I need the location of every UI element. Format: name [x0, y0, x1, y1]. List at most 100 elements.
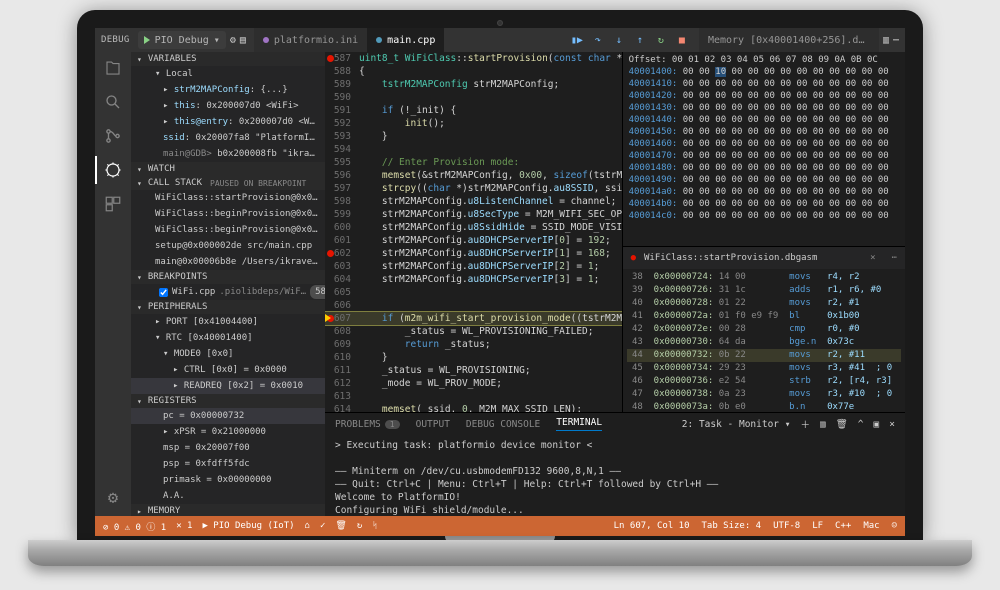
terminal-body[interactable]: > Executing task: platformio device moni… [325, 435, 905, 516]
tab-output[interactable]: OUTPUT [416, 419, 450, 430]
register-row[interactable]: primask = 0x00000000 [131, 472, 325, 488]
indent-status[interactable]: Tab Size: 4 [702, 521, 762, 531]
close-icon[interactable]: × [870, 253, 875, 263]
tab-problems[interactable]: PROBLEMS1 [335, 419, 400, 430]
peripheral-reg[interactable]: ▾ MODE0 [0x0] [131, 346, 325, 362]
section-breakpoints[interactable]: ▾BREAKPOINTS [131, 270, 325, 284]
activity-bar: ⚙ [95, 52, 131, 516]
tab-label: platformio.ini [274, 35, 358, 46]
section-label: CALL STACK [148, 178, 202, 188]
settings-gear-icon[interactable]: ⚙ [103, 488, 123, 508]
file-icon [263, 37, 269, 43]
search-icon[interactable] [103, 92, 123, 112]
peripheral-row[interactable]: ▸ PORT [0x41004400] [131, 314, 325, 330]
var-row[interactable]: ▸ this@entry: 0x200007d0 <WiFi> [131, 114, 325, 130]
stack-frame[interactable]: WiFiClass::beginProvision@0x000006… [131, 206, 325, 222]
tab-terminal[interactable]: TERMINAL [556, 417, 602, 431]
var-row[interactable]: ▸ strM2MAPConfig: {...} [131, 82, 325, 98]
close-panel-icon[interactable]: × [889, 419, 895, 430]
register-row[interactable]: psp = 0xfdff5fdc [131, 456, 325, 472]
status-debug-target[interactable]: ▶ PIO Debug (IoT) [202, 521, 294, 531]
explorer-icon[interactable] [103, 58, 123, 78]
stack-frame[interactable]: WiFiClass::beginProvision@0x000006… [131, 222, 325, 238]
pio-build-icon[interactable]: ✓ [320, 521, 325, 531]
register-row[interactable]: A.A. [131, 488, 325, 504]
breakpoint-row[interactable]: WiFi.cpp .piolibdeps/WiF… 588 [131, 284, 325, 300]
tab-main-cpp[interactable]: main.cpp [367, 28, 444, 52]
feedback-icon[interactable]: ☺ [892, 521, 897, 531]
cursor-position[interactable]: Ln 607, Col 10 [614, 521, 690, 531]
memory-view[interactable]: Offset: 00 01 02 03 04 05 06 07 08 09 0A… [623, 52, 905, 246]
bp-line-badge: 588 [310, 285, 325, 299]
section-peripherals[interactable]: ▾PERIPHERALS [131, 300, 325, 314]
section-label: PERIPHERALS [148, 302, 208, 312]
disassembly-view[interactable]: 38 0x00000724: 14 00 movs r4, r2 39 0x00… [623, 269, 905, 412]
register-row[interactable]: pc = 0x00000732 [131, 408, 325, 424]
split-terminal-icon[interactable]: ▥ [820, 419, 826, 430]
debug-step-out-button[interactable]: ↑ [633, 33, 647, 47]
gear-icon[interactable]: ⚙ [230, 35, 236, 46]
code-editor[interactable]: 587uint8_t WiFiClass::startProvision(con… [325, 52, 623, 412]
os-status[interactable]: Mac [863, 521, 879, 531]
editor-top-bar: DEBUG PIO Debug ▾ ⚙ ▤ platformio.ini mai… [95, 28, 905, 52]
pio-upload-icon[interactable]: ↻ [357, 521, 362, 531]
section-variables[interactable]: ▾VARIABLES [131, 52, 325, 66]
register-row[interactable]: ▸ xPSR = 0x21000000 [131, 424, 325, 440]
laptop-camera [497, 20, 503, 26]
file-icon [376, 37, 382, 43]
terminal-selector[interactable]: 2: Task - Monitor ▾ [682, 419, 791, 430]
new-terminal-icon[interactable]: ＋ [800, 417, 810, 431]
debug-restart-button[interactable]: ↻ [654, 33, 668, 47]
debug-config-selector[interactable]: PIO Debug ▾ [138, 31, 226, 49]
peripheral-reg[interactable]: ▸ READREQ [0x2] = 0x0010 [131, 378, 325, 394]
bp-path: .piolibdeps/WiF… [219, 285, 306, 299]
breakpoint-checkbox[interactable] [159, 288, 168, 297]
stack-frame[interactable]: main@0x00006b8e /Users/ikravets… [131, 254, 325, 270]
panel-layout-icon[interactable]: ▣ [874, 419, 880, 430]
register-row[interactable]: msp = 0x20007f00 [131, 440, 325, 456]
section-memory[interactable]: ▸MEMORY [131, 504, 325, 516]
stack-frame[interactable]: WiFiClass::startProvision@0x000007… [131, 190, 325, 206]
debug-icon[interactable] [103, 160, 123, 180]
repl-icon[interactable]: ▤ [240, 35, 246, 46]
extensions-icon[interactable] [103, 194, 123, 214]
var-row[interactable]: ▸ this: 0x200007d0 <WiFi> [131, 98, 325, 114]
scope-local[interactable]: ▾ Local [131, 66, 325, 82]
eol-status[interactable]: LF [812, 521, 823, 531]
section-label: BREAKPOINTS [148, 272, 208, 282]
status-item[interactable]: ✕ 1 [176, 521, 192, 531]
problems-badge: 1 [385, 420, 400, 429]
language-status[interactable]: C++ [835, 521, 851, 531]
var-row[interactable]: ssid: 0x20007fa8 "PlatformIO-31… [131, 130, 325, 146]
debug-step-over-button[interactable]: ↷ [591, 33, 605, 47]
section-label: VARIABLES [148, 54, 197, 64]
debug-stop-button[interactable]: ■ [675, 33, 689, 47]
scm-icon[interactable] [103, 126, 123, 146]
section-registers[interactable]: ▾REGISTERS [131, 394, 325, 408]
trash-icon[interactable]: 🗑 [836, 419, 848, 430]
debug-step-into-button[interactable]: ↓ [612, 33, 626, 47]
disassembly-tab[interactable]: ● WiFiClass::startProvision.dbgasm × ⋯ [623, 247, 905, 269]
tab-memory-view[interactable]: Memory [0x40001400+256].dbgmem [699, 28, 879, 52]
stack-frame[interactable]: setup@0x000002de src/main.cpp [131, 238, 325, 254]
debug-continue-button[interactable]: ▮▶ [570, 33, 584, 47]
maximize-panel-icon[interactable]: ^ [858, 419, 864, 430]
tab-platformio-ini[interactable]: platformio.ini [254, 28, 367, 52]
vscode-window: DEBUG PIO Debug ▾ ⚙ ▤ platformio.ini mai… [95, 28, 905, 536]
tab-debug-console[interactable]: DEBUG CONSOLE [466, 419, 540, 430]
code-lines[interactable]: 587uint8_t WiFiClass::startProvision(con… [325, 52, 622, 412]
peripheral-reg[interactable]: ▸ CTRL [0x0] = 0x0000 [131, 362, 325, 378]
status-errors[interactable]: ⊘ 0 ⚠ 0 ⓘ 1 [103, 520, 166, 533]
pio-home-icon[interactable]: ⌂ [305, 521, 310, 531]
more-icon[interactable]: ⋯ [893, 35, 899, 46]
pio-monitor-icon[interactable]: ᛋ [372, 521, 377, 531]
split-editor-icon[interactable]: ▥ [883, 35, 889, 46]
more-icon[interactable]: ⋯ [892, 253, 897, 263]
encoding-status[interactable]: UTF-8 [773, 521, 800, 531]
tab-label: main.cpp [387, 35, 435, 46]
var-row[interactable]: main@GDB> b0x200008fb "ikravets… [131, 146, 325, 162]
section-callstack[interactable]: ▾CALL STACKPAUSED ON BREAKPOINT [131, 176, 325, 190]
section-watch[interactable]: ▾WATCH [131, 162, 325, 176]
pio-clean-icon[interactable]: 🗑 [335, 521, 346, 531]
peripheral-row[interactable]: ▾ RTC [0x40001400] [131, 330, 325, 346]
